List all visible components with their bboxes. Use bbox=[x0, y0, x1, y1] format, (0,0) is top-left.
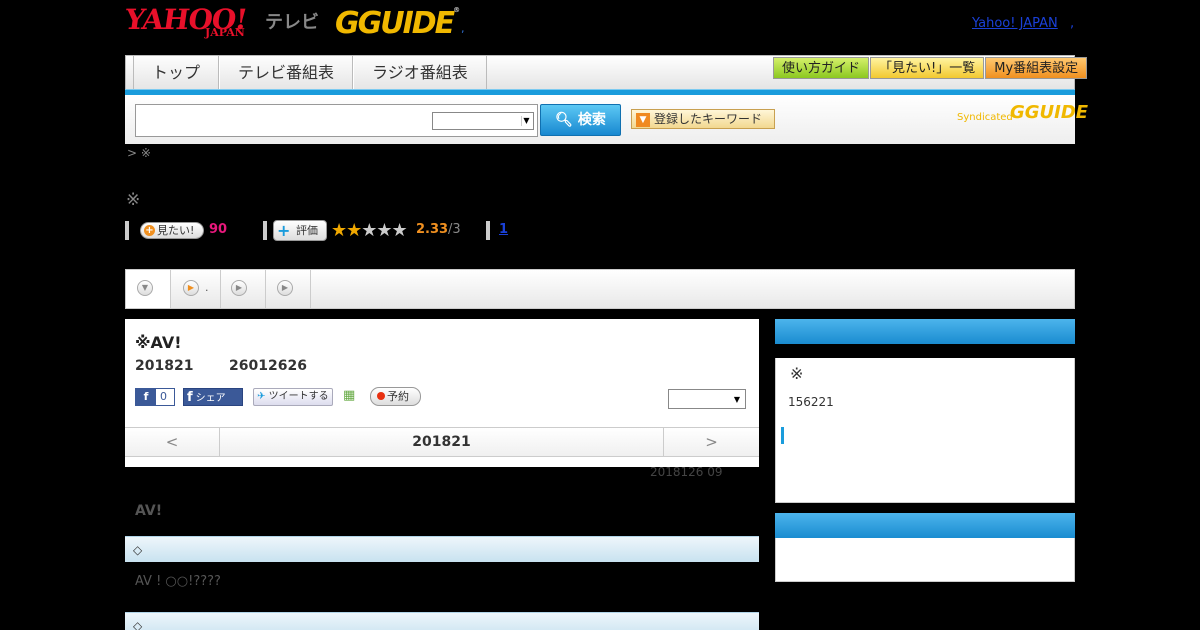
syndicated-label: Syndicated bbox=[957, 112, 1013, 123]
facebook-share-button[interactable]: f シェア bbox=[183, 388, 243, 406]
header-dot: , bbox=[461, 22, 465, 35]
sub-tab-2-label: . bbox=[205, 281, 209, 294]
registered-keyword-button[interactable]: ▼ 登録したキーワード bbox=[631, 109, 775, 129]
facebook-share-label: シェア bbox=[195, 393, 226, 404]
facebook-icon: f bbox=[136, 389, 156, 405]
sidebar-box-header bbox=[775, 319, 1075, 344]
program-date: 201821 bbox=[135, 358, 194, 374]
tweet-button[interactable]: ✈︎ ツイートする bbox=[253, 388, 333, 406]
sidebar-black-strip bbox=[775, 344, 1075, 358]
rating-divider bbox=[125, 221, 129, 240]
nav-tab-tv-schedule[interactable]: テレビ番組表 bbox=[219, 56, 354, 89]
rate-label: 評価 bbox=[296, 224, 318, 237]
search-button-label: 検索 bbox=[577, 112, 606, 128]
sub-tab-2[interactable]: ▶. bbox=[171, 270, 221, 308]
breadcrumb[interactable]: > ※ bbox=[127, 146, 151, 160]
facebook-like-button[interactable]: f0 bbox=[135, 388, 175, 406]
sidebar-reference-mark: ※ bbox=[790, 364, 804, 383]
tv-logo[interactable]: テレビ bbox=[265, 8, 319, 34]
review-count-link[interactable]: 1 bbox=[499, 222, 508, 237]
section-header: ◇ bbox=[125, 536, 759, 562]
nav-right-buttons: 使い方ガイド 「見たい!」一覧 My番組表設定 bbox=[773, 57, 1088, 79]
program-time: 26012626 bbox=[229, 358, 307, 374]
facebook-icon: f bbox=[187, 390, 193, 405]
facebook-like-count: 0 bbox=[160, 390, 167, 403]
sub-tab-4[interactable]: ▶ bbox=[266, 270, 311, 308]
date-next-button[interactable]: > bbox=[663, 427, 759, 457]
star-empty-icon: ★★★ bbox=[361, 220, 407, 241]
program-title: ※AV! bbox=[135, 333, 182, 352]
yahoo-japan-logo-text: JAPAN bbox=[205, 26, 245, 39]
registered-mark-icon: ® bbox=[453, 6, 460, 14]
registered-keyword-label: 登録したキーワード bbox=[654, 112, 763, 126]
rating-divider bbox=[486, 221, 490, 240]
yahoo-link-dot: , bbox=[1070, 16, 1075, 31]
chevron-down-icon: ▼ bbox=[733, 395, 741, 404]
mitai-label: 見たい! bbox=[157, 224, 195, 237]
reference-mark: ※ bbox=[126, 190, 141, 210]
twitter-bird-icon: ✈︎ bbox=[257, 391, 266, 402]
my-schedule-settings-button[interactable]: My番組表設定 bbox=[985, 57, 1088, 79]
rating-divider bbox=[263, 221, 267, 240]
reserve-label: 予約 bbox=[387, 390, 409, 403]
chevron-down-icon: ▼ bbox=[521, 116, 531, 126]
gguide-logo-text: GUIDE bbox=[357, 6, 456, 41]
yahoo-japan-link[interactable]: Yahoo! JAPAN bbox=[972, 16, 1058, 31]
play-icon: ▶ bbox=[277, 280, 293, 296]
section-header-label: ◇ bbox=[133, 543, 143, 557]
triangle-down-icon: ▼ bbox=[636, 112, 650, 127]
program-subtitle: AV! bbox=[135, 503, 163, 519]
gguide-logo[interactable]: GGUIDE® bbox=[335, 6, 460, 41]
search-icon: 🔍︎ bbox=[555, 112, 578, 128]
star-filled-icon: ★★ bbox=[331, 220, 362, 241]
section-header-label: ◇ bbox=[133, 619, 143, 630]
mitai-list-button[interactable]: 「見たい!」一覧 bbox=[870, 57, 985, 79]
mitai-button[interactable]: + 見たい! bbox=[140, 222, 204, 239]
play-icon: ▶ bbox=[183, 280, 199, 296]
sidebar-box-header bbox=[775, 513, 1075, 538]
reserve-button[interactable]: 予約 bbox=[370, 387, 421, 406]
search-button[interactable]: 🔍︎ 検索 bbox=[540, 104, 621, 136]
nav-tab-top[interactable]: トップ bbox=[133, 56, 220, 89]
plus-icon: + bbox=[277, 221, 291, 240]
play-icon: ▶ bbox=[231, 280, 247, 296]
nav-tab-radio-schedule[interactable]: ラジオ番組表 bbox=[353, 56, 487, 89]
rate-button[interactable]: + 評価 bbox=[273, 220, 327, 241]
sub-tabs: ▼ ▶. ▶ ▶ bbox=[125, 269, 1075, 309]
syndicated-gguide-logo-text: GUIDE bbox=[1024, 102, 1089, 123]
updated-timestamp: 2018126 09 bbox=[650, 465, 723, 479]
date-prev-button[interactable]: < bbox=[125, 427, 220, 457]
tweet-label: ツイートする bbox=[268, 391, 329, 402]
section-header: ◇ bbox=[125, 612, 759, 630]
sidebar-number: 156221 bbox=[788, 395, 834, 409]
plus-icon: + bbox=[144, 225, 155, 236]
syndicated-gguide-logo: GGUIDE bbox=[1010, 102, 1089, 123]
search-category-select[interactable]: ▼ bbox=[432, 112, 534, 130]
nav-tabs: トップ テレビ番組表 ラジオ番組表 bbox=[133, 56, 487, 89]
program-action-select[interactable]: ▼ bbox=[668, 389, 746, 409]
section-text: AV ! ○○!???? bbox=[135, 574, 221, 589]
date-nav-current: 201821 bbox=[412, 434, 471, 450]
sub-tab-3[interactable]: ▶ bbox=[221, 270, 266, 308]
record-dot-icon bbox=[377, 392, 385, 400]
star-rating: ★★★★★ bbox=[331, 220, 408, 241]
guide-button[interactable]: 使い方ガイド bbox=[773, 57, 870, 79]
sidebar-accent-bar bbox=[781, 427, 784, 444]
rating-score: 2.33 bbox=[416, 222, 449, 237]
chevron-down-icon: ▼ bbox=[137, 280, 153, 296]
sub-tab-1[interactable]: ▼ bbox=[126, 270, 171, 308]
calendar-add-icon[interactable]: ▦ bbox=[343, 388, 359, 404]
rating-score-max: /3 bbox=[448, 222, 461, 237]
mitai-count: 90 bbox=[209, 222, 228, 237]
